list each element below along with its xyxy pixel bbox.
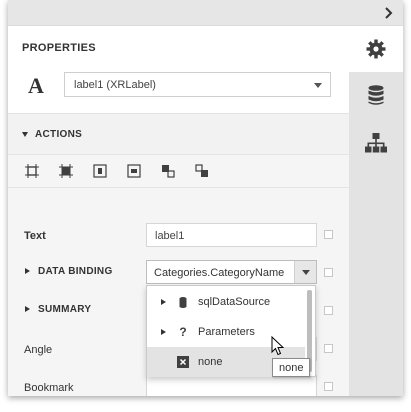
database-icon: [368, 85, 384, 105]
report-explorer-icon: [365, 133, 387, 153]
tab-properties[interactable]: [349, 26, 403, 72]
text-property-checkbox[interactable]: [324, 230, 333, 239]
database-icon: [179, 297, 187, 308]
actions-toolbar: [8, 154, 349, 188]
data-binding-checkbox[interactable]: [324, 268, 333, 277]
chevron-down-icon: [314, 83, 322, 88]
angle-checkbox[interactable]: [324, 344, 333, 353]
component-selector-value: label1 (XRLabel): [74, 79, 156, 91]
collapse-triangle-icon: [22, 132, 28, 137]
gear-icon: [366, 39, 386, 59]
data-binding-combo[interactable]: Categories.CategoryName: [146, 260, 317, 284]
text-property-label: Text: [24, 230, 46, 242]
angle-label: Angle: [24, 344, 53, 356]
summary-checkbox[interactable]: [324, 306, 333, 315]
properties-panel: PROPERTIES A label1 (XRLabel) ACTIONS Te…: [8, 0, 403, 396]
expand-triangle-icon[interactable]: [161, 299, 166, 305]
actions-section-header[interactable]: ACTIONS: [8, 114, 349, 154]
text-property-input[interactable]: label1: [146, 223, 317, 247]
bookmark-input[interactable]: [146, 375, 317, 396]
none-x-icon: [177, 356, 189, 368]
question-icon: ?: [179, 325, 187, 339]
chevron-down-icon: [302, 270, 310, 275]
tooltip: none: [272, 358, 311, 377]
summary-label[interactable]: SUMMARY: [38, 304, 91, 315]
send-to-back-icon[interactable]: [195, 164, 209, 178]
component-selector[interactable]: label1 (XRLabel): [64, 72, 331, 97]
fit-bounds-to-container-icon[interactable]: [25, 164, 39, 178]
data-binding-value: Categories.CategoryName: [154, 267, 285, 279]
bring-to-front-icon[interactable]: [161, 164, 175, 178]
side-tab-rail: [349, 26, 403, 396]
fit-bounds-to-text-icon[interactable]: [59, 164, 73, 178]
tab-report-explorer[interactable]: [349, 120, 403, 166]
expand-triangle-icon[interactable]: [25, 306, 30, 312]
bookmark-checkbox[interactable]: [324, 382, 333, 391]
tab-field-list[interactable]: [349, 72, 403, 118]
panel-title: PROPERTIES: [22, 42, 96, 54]
bookmark-label: Bookmark: [24, 382, 74, 394]
dropdown-item-label: sqlDataSource: [198, 296, 271, 308]
expand-triangle-icon[interactable]: [161, 329, 166, 335]
panel-top-strip: [8, 0, 403, 26]
data-binding-dropdown-button[interactable]: [294, 261, 316, 283]
mouse-cursor-icon: [271, 336, 285, 356]
center-horizontally-icon[interactable]: [93, 164, 107, 178]
actions-title: ACTIONS: [35, 129, 83, 140]
dropdown-item-label: Parameters: [198, 326, 255, 338]
properties-content: PROPERTIES A label1 (XRLabel) ACTIONS Te…: [8, 26, 349, 396]
label-type-icon: A: [28, 73, 44, 98]
expand-triangle-icon[interactable]: [25, 268, 30, 274]
dropdown-item-sqldatasource[interactable]: sqlDataSource: [147, 287, 305, 317]
dropdown-item-label: none: [198, 356, 223, 368]
chevron-right-icon[interactable]: [381, 5, 397, 21]
center-vertically-icon[interactable]: [127, 164, 141, 178]
data-binding-label[interactable]: DATA BINDING: [38, 266, 113, 277]
